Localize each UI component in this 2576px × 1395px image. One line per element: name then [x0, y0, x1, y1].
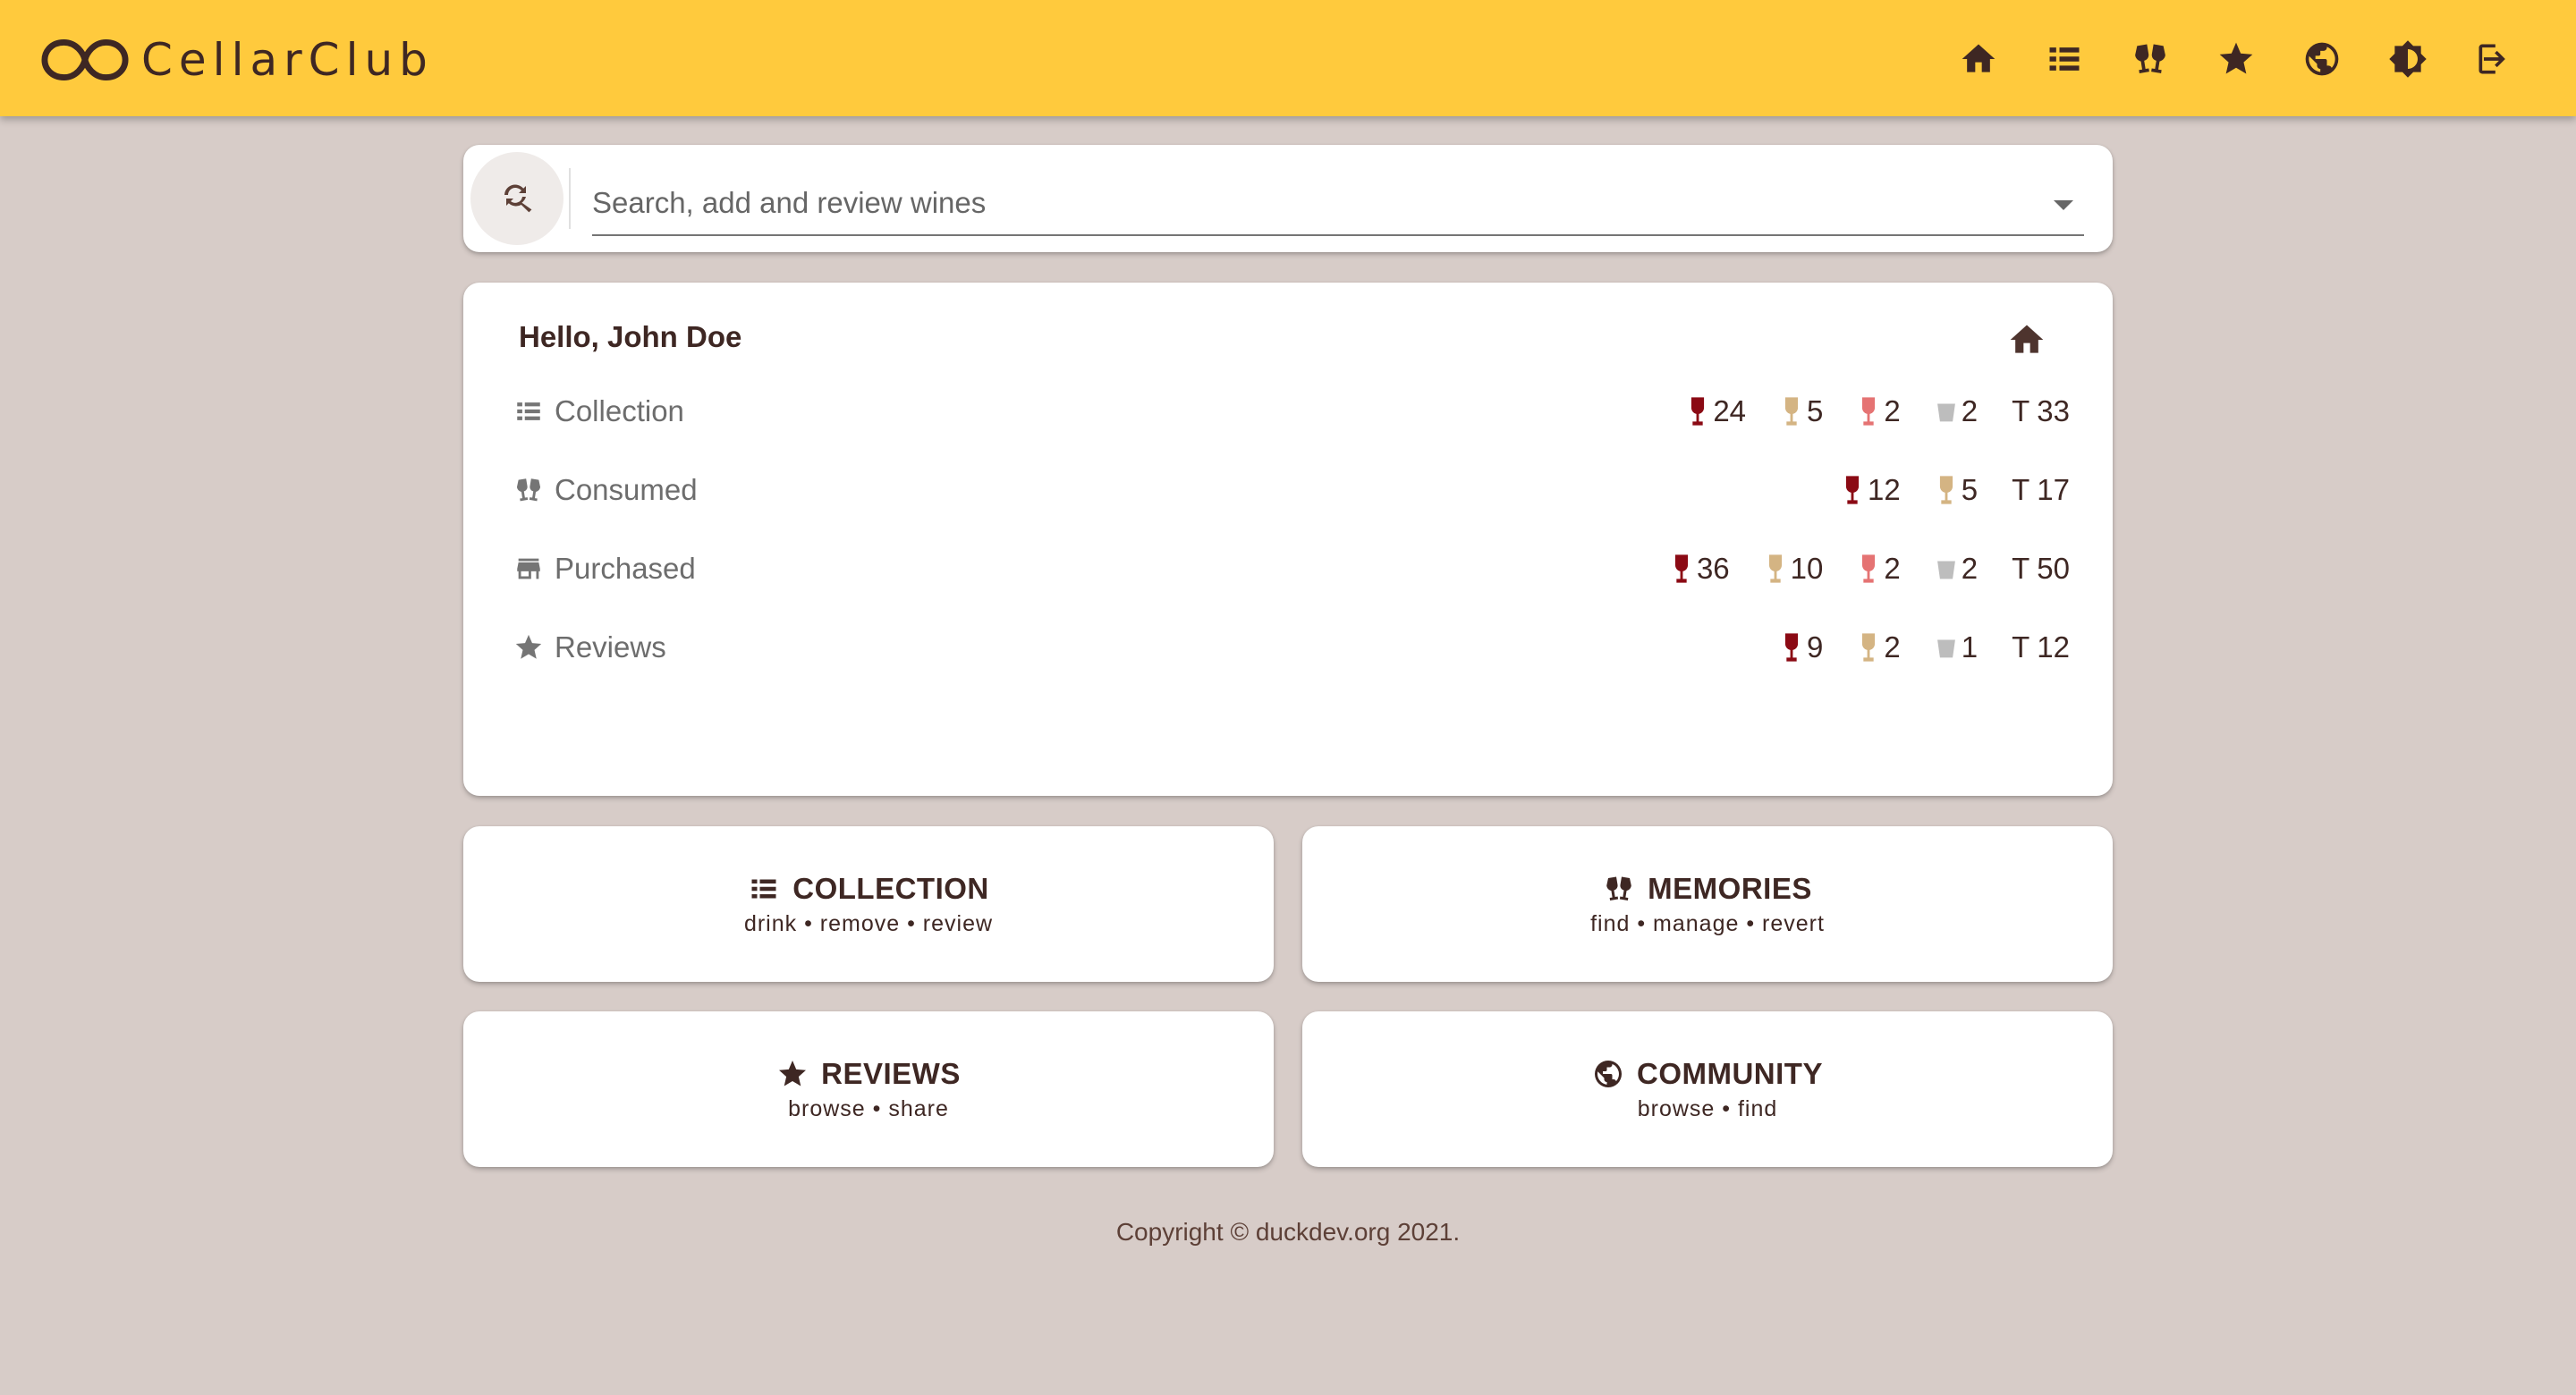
stat-label-purchased: Purchased: [555, 552, 696, 585]
logout-icon: [2479, 44, 2505, 74]
star-icon: [779, 1060, 807, 1086]
app-title: CellarClub: [141, 34, 434, 86]
memories-tile-subtitle: find • manage • revert: [1590, 910, 1825, 936]
other-count: 1: [1935, 630, 1978, 664]
store-icon: [517, 558, 540, 579]
top-nav: [1936, 34, 2537, 84]
list-icon: [2049, 47, 2080, 71]
search-card: [463, 145, 2113, 252]
star-icon: [515, 634, 542, 659]
cheers-icon: [1606, 876, 1631, 900]
community-tile-subtitle: browse • find: [1637, 1095, 1778, 1121]
tumbler-glass-icon: [1936, 561, 1955, 579]
other-count: 2: [1935, 394, 1978, 428]
summary-home-button[interactable]: [2007, 320, 2046, 359]
search-dropdown-arrow-icon[interactable]: [2054, 200, 2073, 210]
tumbler-glass-icon: [1936, 403, 1955, 422]
list-icon: [517, 402, 540, 420]
white-wine-glass-icon: [1939, 476, 1953, 504]
collection-tile-subtitle: drink • remove • review: [743, 910, 994, 936]
nav-reviews-button[interactable]: [2193, 34, 2279, 84]
rose-wine-glass-icon: [1862, 397, 1876, 426]
white-wine-glass-icon: [1862, 633, 1876, 662]
red-wine-glass-icon: [1845, 476, 1860, 504]
logo[interactable]: CellarClub: [41, 34, 434, 86]
reviews-tile-subtitle: browse • share: [788, 1095, 949, 1121]
search-input[interactable]: [592, 181, 2084, 236]
search-divider: [569, 168, 571, 229]
total-count: T 17: [2012, 473, 2070, 506]
stat-row-purchased[interactable]: Purchased 36 10 2 2 T 50: [513, 544, 2070, 594]
white-count: 5: [1780, 394, 1823, 428]
stat-row-reviews[interactable]: Reviews 9 2 1 T 12: [513, 622, 2070, 672]
summary-card: Hello, John Doe Collection 24 5 2 2 T 33 …: [463, 283, 2113, 796]
white-count: 5: [1935, 473, 1978, 507]
logout-button[interactable]: [2451, 34, 2537, 84]
greeting: Hello, John Doe: [519, 320, 742, 353]
nav-collection-button[interactable]: [2021, 34, 2107, 84]
red-wine-glass-icon: [1784, 633, 1799, 662]
star-icon: [2219, 42, 2253, 74]
search-refresh-button[interactable]: [470, 152, 564, 245]
memories-tile[interactable]: MEMORIES find • manage • revert: [1302, 826, 2113, 982]
nav-home-button[interactable]: [1936, 34, 2021, 84]
infinity-logo-icon: [41, 38, 129, 81]
home-icon: [2010, 325, 2044, 353]
list-icon: [751, 879, 776, 898]
reviews-tile-title: REVIEWS: [821, 1056, 961, 1090]
stat-label-reviews: Reviews: [555, 630, 666, 664]
stat-row-consumed[interactable]: Consumed 12 5 T 17: [513, 465, 2070, 515]
footer-copyright: Copyright © duckdev.org 2021.: [1115, 1218, 1461, 1246]
tumbler-glass-icon: [1936, 639, 1955, 658]
stat-row-collection[interactable]: Collection 24 5 2 2 T 33: [513, 386, 2070, 436]
stat-label-consumed: Consumed: [555, 473, 698, 506]
memories-tile-title: MEMORIES: [1648, 871, 1812, 905]
cheers-icon: [2135, 44, 2165, 73]
nav-memories-button[interactable]: [2107, 34, 2193, 84]
cheers-icon: [516, 478, 541, 502]
community-tile-title: COMMUNITY: [1637, 1056, 1823, 1090]
red-wine-glass-icon: [1691, 397, 1705, 426]
globe-icon: [1595, 1060, 1622, 1087]
white-count: 2: [1857, 630, 1901, 664]
red-count: 24: [1686, 394, 1746, 428]
red-wine-glass-icon: [1674, 554, 1689, 583]
community-tile[interactable]: COMMUNITY browse • find: [1302, 1011, 2113, 1167]
reviews-tile[interactable]: REVIEWS browse • share: [463, 1011, 1274, 1167]
rose-count: 2: [1857, 552, 1901, 586]
home-icon: [1962, 44, 1996, 72]
globe-icon: [2305, 42, 2339, 76]
red-count: 36: [1670, 552, 1730, 586]
red-count: 9: [1780, 630, 1823, 664]
red-count: 12: [1841, 473, 1901, 507]
other-count: 2: [1935, 552, 1978, 586]
stat-label-collection: Collection: [555, 394, 684, 427]
total-count: T 50: [2012, 552, 2070, 585]
rose-count: 2: [1857, 394, 1901, 428]
total-count: T 12: [2012, 630, 2070, 664]
total-count: T 33: [2012, 394, 2070, 427]
collection-tile-title: COLLECTION: [792, 871, 989, 905]
nav-community-button[interactable]: [2279, 34, 2365, 84]
theme-toggle-button[interactable]: [2365, 34, 2451, 84]
brightness-icon: [2389, 40, 2427, 78]
white-count: 10: [1764, 552, 1823, 586]
search-refresh-icon: [504, 184, 532, 213]
white-wine-glass-icon: [1768, 554, 1782, 583]
collection-tile[interactable]: COLLECTION drink • remove • review: [463, 826, 1274, 982]
app-bar: CellarClub: [0, 0, 2576, 116]
white-wine-glass-icon: [1784, 397, 1799, 426]
rose-wine-glass-icon: [1862, 554, 1876, 583]
